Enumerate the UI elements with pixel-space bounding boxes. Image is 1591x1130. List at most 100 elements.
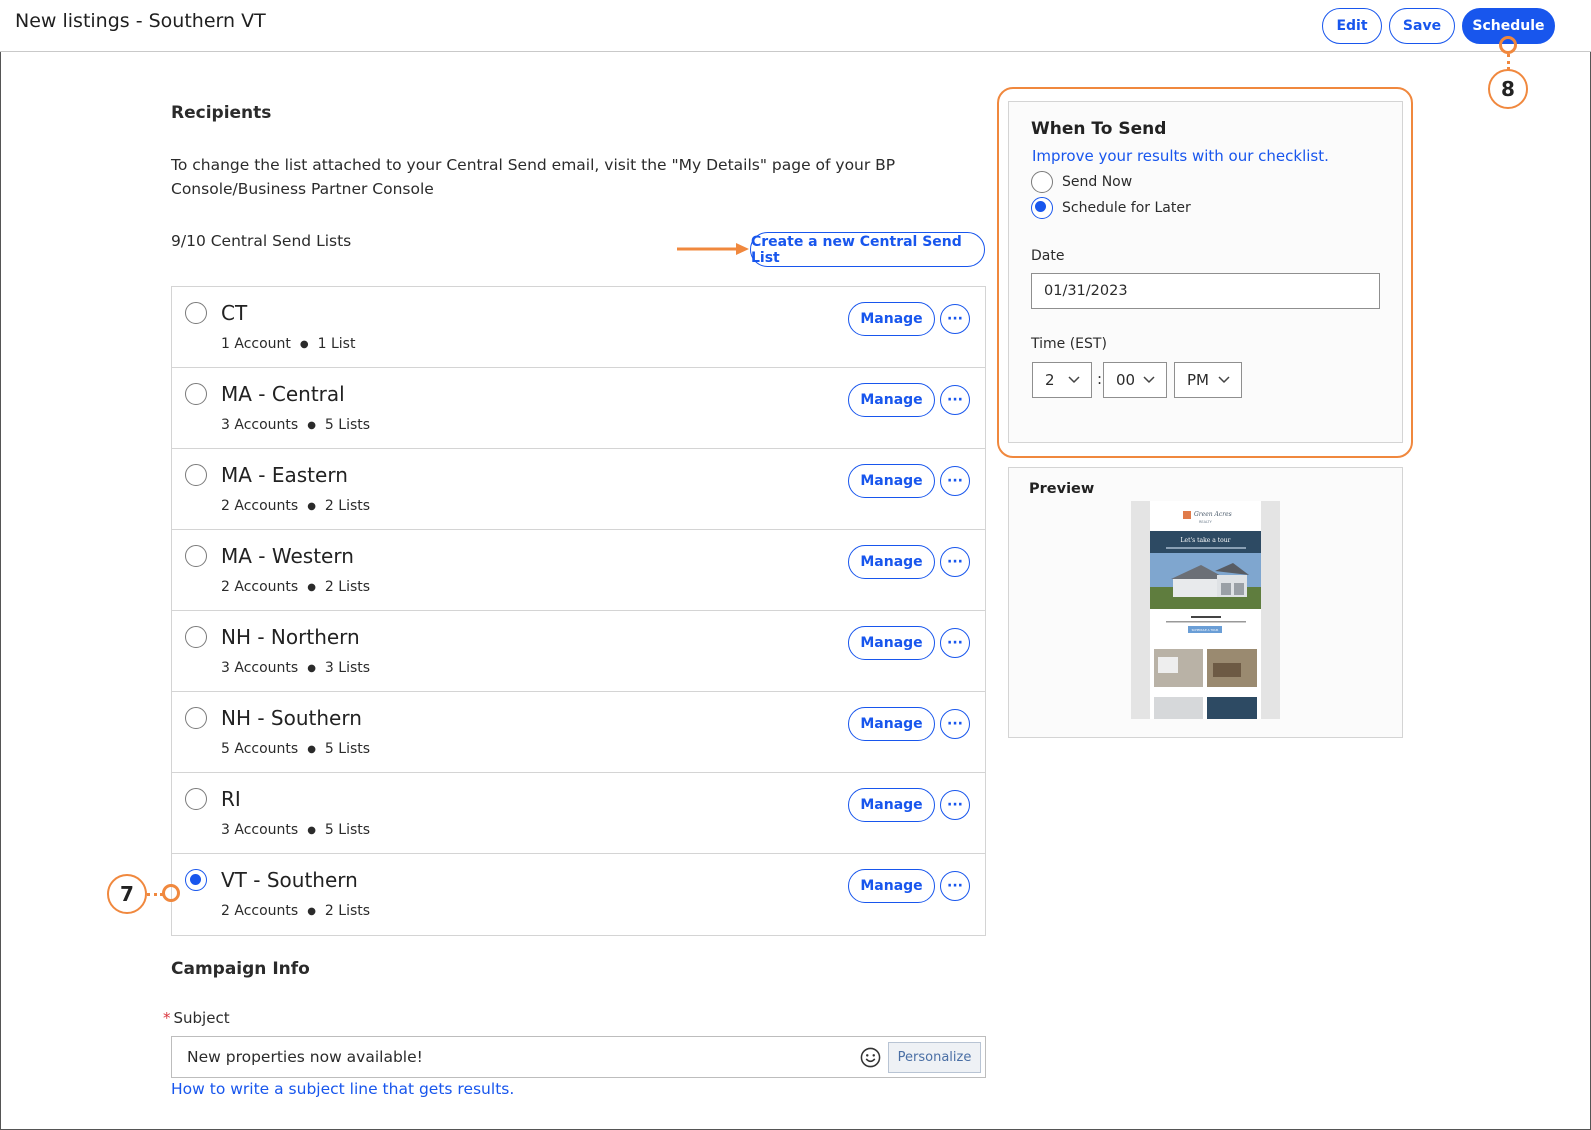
- preview-panel: Preview Green Acres REALTY Let's take a …: [1008, 467, 1403, 738]
- date-input[interactable]: 01/31/2023: [1031, 273, 1380, 309]
- campaign-info-heading: Campaign Info: [171, 959, 310, 979]
- list-name: CT: [221, 301, 248, 325]
- chevron-down-icon: [1143, 376, 1155, 384]
- recipients-heading: Recipients: [171, 103, 272, 123]
- email-preview-thumbnail[interactable]: Green Acres REALTY Let's take a tour SCH…: [1131, 501, 1280, 719]
- schedule-later-option[interactable]: Schedule for Later: [1031, 197, 1191, 219]
- chevron-down-icon: [1068, 376, 1080, 384]
- list-item: MA - Central 3 Accounts ● 5 Lists Manage ·…: [172, 368, 985, 449]
- lists-count: 5 Lists: [324, 417, 371, 433]
- more-options-icon[interactable]: ···: [940, 628, 970, 658]
- preview-brand: Green Acres: [1194, 511, 1232, 518]
- more-options-icon[interactable]: ···: [940, 790, 970, 820]
- date-label: Date: [1031, 248, 1065, 264]
- emoji-icon[interactable]: [860, 1047, 881, 1068]
- accounts-count: 1 Account: [221, 336, 291, 352]
- more-options-icon[interactable]: ···: [940, 304, 970, 334]
- list-radio[interactable]: [185, 464, 207, 486]
- list-meta: 1 Account ● 1 List: [221, 336, 355, 352]
- save-button[interactable]: Save: [1389, 8, 1455, 44]
- minute-select[interactable]: 00: [1103, 362, 1167, 398]
- list-item: NH - Southern 5 Accounts ● 5 Lists Manage …: [172, 692, 985, 773]
- manage-button[interactable]: Manage: [848, 626, 935, 660]
- send-now-label: Send Now: [1062, 174, 1133, 190]
- list-name: MA - Central: [221, 382, 345, 406]
- edit-button[interactable]: Edit: [1322, 8, 1382, 44]
- more-options-icon[interactable]: ···: [940, 547, 970, 577]
- list-count: 9/10 Central Send Lists: [171, 232, 352, 250]
- manage-button[interactable]: Manage: [848, 302, 935, 336]
- list-meta: 3 Accounts ● 5 Lists: [221, 822, 370, 838]
- list-radio[interactable]: [185, 869, 207, 891]
- list-name: VT - Southern: [221, 868, 358, 892]
- manage-button[interactable]: Manage: [848, 788, 935, 822]
- when-to-send-panel: When To Send Improve your results with o…: [1008, 101, 1403, 443]
- separator-dot: ●: [307, 662, 316, 674]
- list-meta: 5 Accounts ● 5 Lists: [221, 741, 370, 757]
- when-to-send-title: When To Send: [1031, 119, 1167, 139]
- lists-count: 3 Lists: [324, 660, 371, 676]
- manage-button[interactable]: Manage: [848, 707, 935, 741]
- lists-count: 1 List: [317, 336, 356, 352]
- more-options-icon[interactable]: ···: [940, 871, 970, 901]
- recipients-description: To change the list attached to your Cent…: [171, 156, 896, 198]
- separator-dot: ●: [307, 905, 316, 917]
- page-title: New listings - Southern VT: [15, 10, 266, 32]
- subject-value: New properties now available!: [187, 1048, 423, 1066]
- schedule-later-radio[interactable]: [1031, 197, 1053, 219]
- minute-value: 00: [1116, 371, 1136, 389]
- manage-button[interactable]: Manage: [848, 383, 935, 417]
- accounts-count: 3 Accounts: [221, 660, 299, 676]
- subject-label-text: Subject: [173, 1009, 230, 1027]
- more-options-icon[interactable]: ···: [940, 385, 970, 415]
- email-preview-image: Green Acres REALTY Let's take a tour SCH…: [1131, 501, 1280, 719]
- accounts-count: 5 Accounts: [221, 741, 299, 757]
- manage-button[interactable]: Manage: [848, 545, 935, 579]
- callout-7-badge: 7: [107, 874, 147, 914]
- list-radio[interactable]: [185, 545, 207, 567]
- hour-select[interactable]: 2: [1032, 362, 1092, 398]
- subject-field[interactable]: New properties now available! Personaliz…: [171, 1036, 986, 1078]
- lists-count: 2 Lists: [324, 498, 371, 514]
- list-name: MA - Western: [221, 544, 354, 568]
- subject-help-link[interactable]: How to write a subject line that gets re…: [171, 1080, 514, 1098]
- lists-count: 2 Lists: [324, 579, 371, 595]
- ampm-select[interactable]: PM: [1174, 362, 1242, 398]
- accounts-count: 2 Accounts: [221, 579, 299, 595]
- hour-value: 2: [1045, 371, 1055, 389]
- send-now-option[interactable]: Send Now: [1031, 171, 1132, 193]
- list-radio[interactable]: [185, 383, 207, 405]
- list-radio[interactable]: [185, 626, 207, 648]
- preview-title: Preview: [1029, 481, 1095, 497]
- list-item: VT - Southern 2 Accounts ● 2 Lists Manage …: [172, 854, 985, 935]
- checklist-link[interactable]: Improve your results with our checklist.: [1032, 147, 1329, 165]
- list-meta: 2 Accounts ● 2 Lists: [221, 579, 370, 595]
- ampm-value: PM: [1187, 371, 1209, 389]
- separator-dot: ●: [299, 338, 309, 350]
- subject-label: * Subject: [163, 1009, 230, 1027]
- list-meta: 2 Accounts ● 2 Lists: [221, 903, 370, 919]
- manage-button[interactable]: Manage: [848, 869, 935, 903]
- time-separator: :: [1097, 370, 1103, 388]
- personalize-button[interactable]: Personalize: [888, 1042, 981, 1073]
- list-radio[interactable]: [185, 788, 207, 810]
- more-options-icon[interactable]: ···: [940, 466, 970, 496]
- accounts-count: 3 Accounts: [221, 822, 299, 838]
- top-bar: New listings - Southern VT Edit Save Sch…: [0, 0, 1591, 52]
- accounts-count: 3 Accounts: [221, 417, 299, 433]
- list-radio[interactable]: [185, 302, 207, 324]
- preview-brand-sub: REALTY: [1199, 520, 1213, 524]
- send-now-radio[interactable]: [1031, 171, 1053, 193]
- manage-button[interactable]: Manage: [848, 464, 935, 498]
- list-item: NH - Northern 3 Accounts ● 3 Lists Manage …: [172, 611, 985, 692]
- time-label: Time (EST): [1031, 336, 1107, 352]
- list-radio[interactable]: [185, 707, 207, 729]
- chevron-down-icon: [1218, 376, 1230, 384]
- create-list-button[interactable]: Create a new Central Send List: [750, 232, 985, 267]
- list-item: MA - Eastern 2 Accounts ● 2 Lists Manage ·…: [172, 449, 985, 530]
- callout-7-marker: [162, 884, 180, 902]
- callout-8-marker: [1499, 36, 1517, 54]
- more-options-icon[interactable]: ···: [940, 709, 970, 739]
- lists-count: 2 Lists: [324, 903, 371, 919]
- list-name: NH - Northern: [221, 625, 360, 649]
